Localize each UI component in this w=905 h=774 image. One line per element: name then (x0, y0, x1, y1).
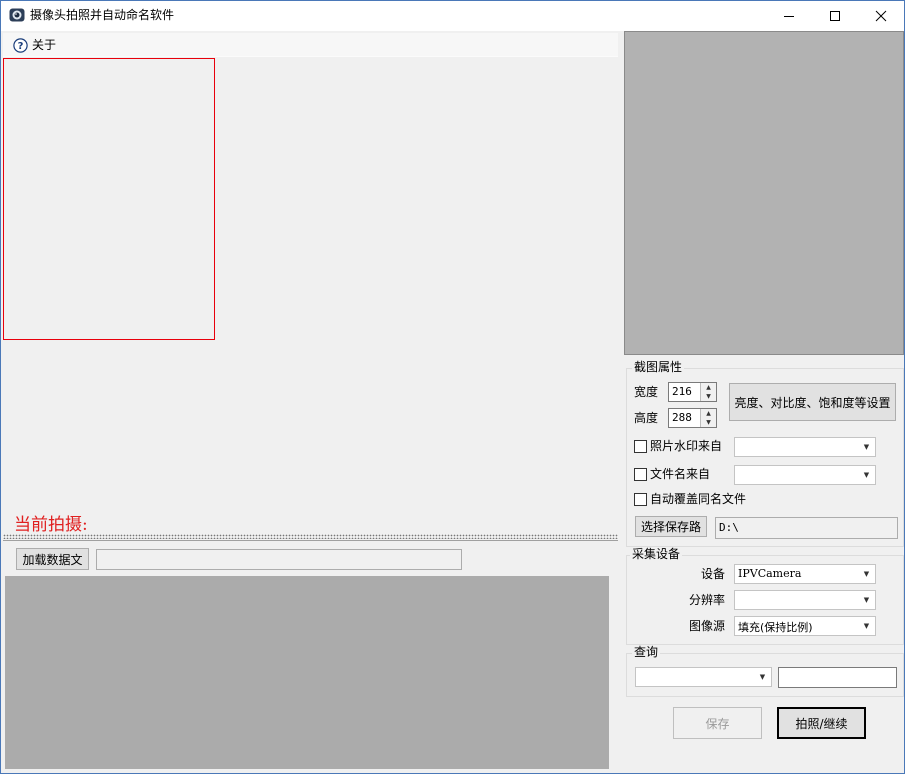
device-value: IPVCamera (738, 567, 802, 580)
data-file-path-field[interactable] (96, 549, 462, 570)
crop-properties-title: 截图属性 (632, 360, 685, 375)
capture-device-title: 采集设备 (630, 547, 683, 562)
width-value: 216 (672, 385, 692, 398)
help-icon[interactable]: ? (13, 38, 28, 53)
current-capture-label: 当前拍摄: (14, 515, 88, 535)
load-data-file-button[interactable]: 加载数据文 (16, 548, 89, 570)
splitter-edge (3, 540, 618, 541)
chevron-down-icon[interactable]: ▼ (858, 466, 875, 484)
device-select[interactable]: IPVCamera ▼ (734, 564, 876, 584)
capture-continue-button[interactable]: 拍照/继续 (777, 707, 866, 739)
menu-item-about[interactable]: 关于 (32, 38, 56, 53)
watermark-source-select[interactable]: ▼ (734, 437, 876, 457)
menu-bar (3, 33, 618, 57)
save-path-value: D:\ (719, 521, 739, 534)
height-value: 288 (672, 411, 692, 424)
capture-frame[interactable] (3, 58, 215, 340)
query-input[interactable] (778, 667, 897, 688)
overwrite-checkbox[interactable] (634, 493, 647, 506)
height-label: 高度 (634, 411, 659, 425)
filename-source-select[interactable]: ▼ (734, 465, 876, 485)
resolution-label: 分辨率 (688, 593, 725, 607)
data-grid[interactable] (5, 576, 609, 769)
save-path-field[interactable]: D:\ (715, 517, 898, 539)
photo-preview (624, 31, 904, 355)
spin-down-icon[interactable]: ▼ (700, 392, 716, 401)
height-spinner[interactable]: 288 ▲ ▼ (668, 408, 717, 428)
camera-app-icon (9, 7, 25, 23)
resolution-select[interactable]: ▼ (734, 590, 876, 610)
filename-label: 文件名来自 (650, 467, 711, 481)
close-icon (875, 10, 887, 22)
watermark-label: 照片水印来自 (650, 439, 723, 453)
svg-text:?: ? (18, 41, 24, 52)
minimize-icon (784, 16, 794, 17)
query-field-select[interactable]: ▼ (635, 667, 772, 687)
window-title: 摄像头拍照并自动命名软件 (30, 8, 175, 22)
chevron-down-icon[interactable]: ▼ (858, 617, 875, 635)
horizontal-splitter[interactable] (3, 534, 618, 539)
image-source-value: 填充(保持比例) (738, 621, 813, 634)
device-label: 设备 (700, 567, 725, 581)
close-button[interactable] (858, 1, 904, 31)
query-title: 查询 (632, 645, 661, 660)
maximize-button[interactable] (812, 1, 858, 31)
maximize-icon (830, 11, 840, 21)
chevron-down-icon[interactable]: ▼ (858, 565, 875, 583)
width-spinner[interactable]: 216 ▲ ▼ (668, 382, 717, 402)
image-source-select[interactable]: 填充(保持比例) ▼ (734, 616, 876, 636)
minimize-button[interactable] (766, 1, 812, 31)
width-label: 宽度 (634, 385, 659, 399)
image-adjust-button[interactable]: 亮度、对比度、饱和度等设置 (729, 383, 896, 421)
spin-down-icon[interactable]: ▼ (700, 418, 716, 427)
chevron-down-icon[interactable]: ▼ (858, 591, 875, 609)
choose-save-path-button[interactable]: 选择保存路 (635, 516, 707, 537)
chevron-down-icon[interactable]: ▼ (858, 438, 875, 456)
watermark-checkbox[interactable] (634, 440, 647, 453)
overwrite-label: 自动覆盖同名文件 (650, 492, 747, 506)
save-button[interactable]: 保存 (673, 707, 762, 739)
filename-checkbox[interactable] (634, 468, 647, 481)
chevron-down-icon[interactable]: ▼ (754, 668, 771, 686)
image-source-label: 图像源 (688, 619, 725, 633)
